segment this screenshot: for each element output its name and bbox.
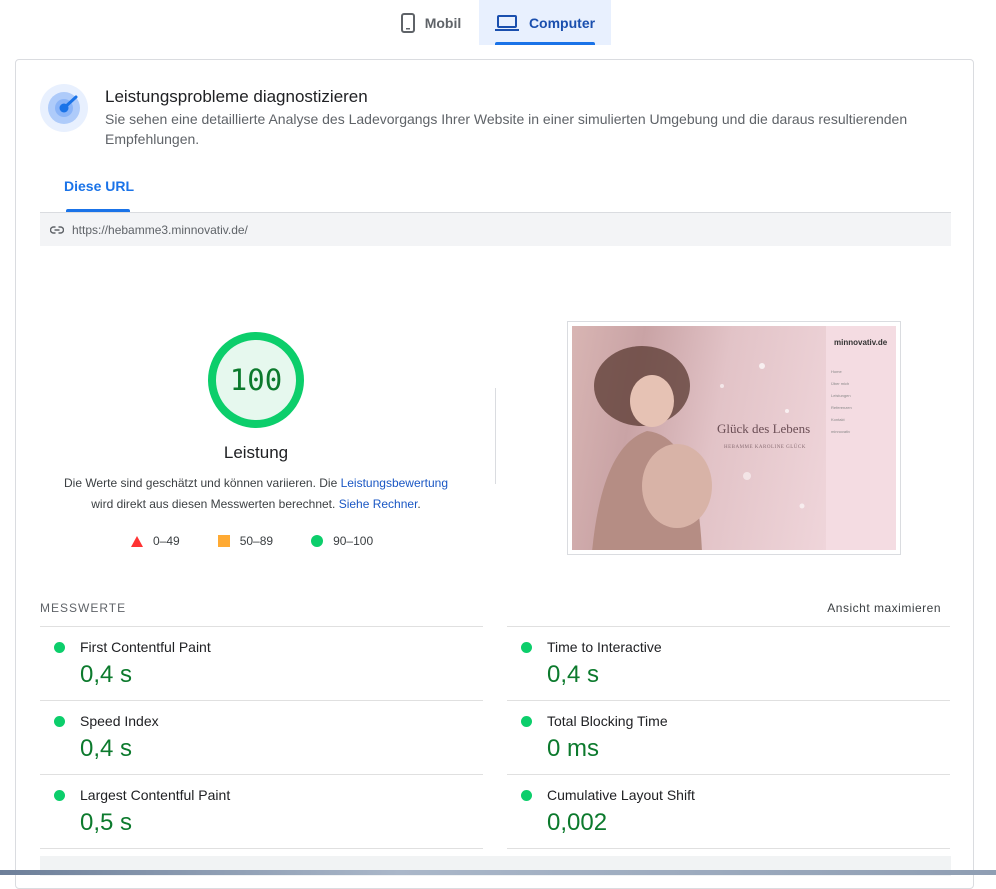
- metric-label: Total Blocking Time: [547, 713, 668, 729]
- legend-item-average: 50–89: [217, 534, 274, 548]
- score-note-text-2: wird direkt aus diesen Messwerten berech…: [91, 497, 339, 511]
- score-link-rechner[interactable]: Siehe Rechner: [339, 497, 418, 511]
- score-note-end: .: [417, 497, 421, 511]
- site-headline: Glück des Lebens: [717, 421, 811, 436]
- score-note: Die Werte sind geschätzt und können vari…: [56, 473, 456, 515]
- legend-range-average: 50–89: [239, 534, 274, 548]
- site-subline: HEBAMME KAROLINE GLÜCK: [724, 445, 806, 450]
- metrics-divider: [40, 848, 483, 849]
- metric-value: 0,4 s: [80, 735, 133, 762]
- site-logo: minnovativ.de: [834, 338, 888, 347]
- pass-circle-icon: [54, 716, 65, 727]
- hero-photo-illustration: [592, 346, 805, 550]
- page-screenshot: minnovativ.de Home Über mich Leistungen …: [567, 321, 901, 555]
- tab-mobile[interactable]: Mobil: [383, 0, 479, 45]
- pass-circle-icon: [521, 790, 532, 801]
- pass-circle-icon: [54, 790, 65, 801]
- site-nav: Home Über mich Leistungen Referenzen Kon…: [831, 366, 852, 438]
- metrics-title: MESSWERTE: [40, 601, 127, 615]
- metric-cumulative-layout-shift: Cumulative Layout Shift 0,002: [507, 774, 950, 848]
- diagnose-description: Sie sehen eine detaillierte Analyse des …: [105, 111, 908, 147]
- legend-range-pass: 90–100: [333, 534, 374, 548]
- metric-speed-index: Speed Index 0,4 s: [40, 700, 483, 774]
- results-card: Leistungsprobleme diagnostizieren Sie se…: [15, 59, 974, 889]
- site-nav-item: Home: [831, 369, 842, 374]
- metric-total-blocking-time: Total Blocking Time 0 ms: [507, 700, 950, 774]
- metric-label: First Contentful Paint: [80, 639, 211, 655]
- device-tabs: Mobil Computer: [0, 0, 996, 45]
- triangle-icon: [131, 535, 143, 547]
- score-link-leistungsbewertung[interactable]: Leistungsbewertung: [341, 476, 448, 490]
- site-nav-item: Leistungen: [831, 393, 851, 398]
- metric-value: 0,4 s: [547, 661, 600, 688]
- expand-view-toggle[interactable]: Ansicht maximieren: [827, 601, 941, 615]
- os-taskbar: [0, 870, 996, 875]
- metric-time-to-interactive: Time to Interactive 0,4 s: [507, 626, 950, 700]
- diagnose-title: Leistungsprobleme diagnostizieren: [105, 87, 368, 106]
- tab-this-url[interactable]: Diese URL: [64, 178, 134, 194]
- metrics-divider: [507, 848, 950, 849]
- metric-largest-contentful-paint: Largest Contentful Paint 0,5 s: [40, 774, 483, 848]
- metric-label: Time to Interactive: [547, 639, 662, 655]
- metric-value: 0,5 s: [80, 809, 133, 836]
- url-bar: https://hebamme3.minnovativ.de/: [40, 212, 951, 246]
- circle-icon: [311, 535, 324, 547]
- smartphone-icon: [400, 12, 415, 33]
- metric-value: 0,4 s: [80, 661, 133, 688]
- tab-computer[interactable]: Computer: [479, 0, 611, 45]
- score-note-text-1: Die Werte sind geschätzt und können vari…: [63, 476, 341, 490]
- tab-computer-label: Computer: [528, 14, 596, 31]
- site-nav-item: Über mich: [831, 381, 850, 386]
- pass-circle-icon: [521, 716, 532, 727]
- legend-item-fail: 0–49: [131, 534, 180, 548]
- square-icon: [217, 535, 230, 547]
- laptop-icon: [494, 14, 519, 31]
- pass-circle-icon: [521, 642, 532, 653]
- section-divider: [495, 388, 496, 484]
- metric-label: Largest Contentful Paint: [80, 787, 231, 803]
- metric-first-contentful-paint: First Contentful Paint 0,4 s: [40, 626, 483, 700]
- metric-value: 0 ms: [547, 735, 600, 762]
- legend-range-fail: 0–49: [153, 534, 180, 548]
- hero-photo: [572, 326, 826, 550]
- site-sidebar: minnovativ.de Home Über mich Leistungen …: [826, 326, 896, 550]
- performance-score-value: 100: [229, 363, 283, 397]
- speed-gauge-icon: [40, 84, 88, 132]
- metric-value: 0,002: [547, 809, 608, 836]
- site-nav-item: minnovativ: [831, 429, 851, 434]
- site-nav-item: Kontakt: [831, 417, 845, 422]
- link-icon: [50, 225, 64, 234]
- tested-url: https://hebamme3.minnovativ.de/: [72, 222, 248, 237]
- pass-circle-icon: [54, 642, 65, 653]
- metric-label: Cumulative Layout Shift: [547, 787, 695, 803]
- legend-item-pass: 90–100: [311, 534, 373, 548]
- page-screenshot-image: minnovativ.de Home Über mich Leistungen …: [572, 326, 896, 550]
- metric-label: Speed Index: [80, 713, 159, 729]
- performance-score-label: Leistung: [223, 443, 289, 462]
- score-legend: 0–49 50–89 90–100: [131, 534, 373, 548]
- site-nav-item: Referenzen: [831, 405, 852, 410]
- tab-mobile-label: Mobil: [424, 14, 462, 31]
